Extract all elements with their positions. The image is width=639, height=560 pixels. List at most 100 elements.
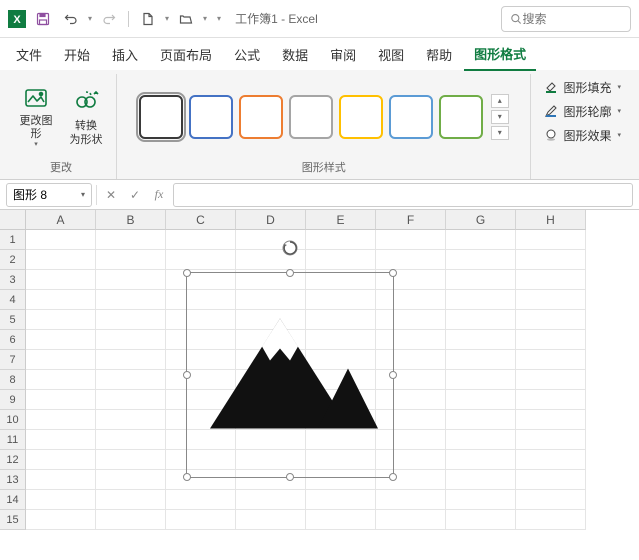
cell[interactable]: [306, 490, 376, 510]
cell[interactable]: [26, 270, 96, 290]
cell[interactable]: [516, 490, 586, 510]
convert-to-shape-button[interactable]: 转换 为形状: [64, 84, 108, 150]
cell[interactable]: [26, 350, 96, 370]
row-header[interactable]: 1: [0, 230, 26, 250]
cell[interactable]: [446, 270, 516, 290]
cell[interactable]: [516, 230, 586, 250]
cell[interactable]: [516, 430, 586, 450]
new-file-button[interactable]: [137, 8, 159, 30]
resize-handle-nw[interactable]: [183, 269, 191, 277]
cell[interactable]: [516, 330, 586, 350]
cell[interactable]: [96, 230, 166, 250]
cell[interactable]: [26, 490, 96, 510]
cell[interactable]: [516, 290, 586, 310]
rotation-handle[interactable]: [281, 239, 299, 257]
resize-handle-w[interactable]: [183, 371, 191, 379]
cell[interactable]: [96, 250, 166, 270]
row-header[interactable]: 15: [0, 510, 26, 530]
cell[interactable]: [516, 250, 586, 270]
cell[interactable]: [516, 510, 586, 530]
row-header[interactable]: 6: [0, 330, 26, 350]
worksheet-grid[interactable]: A B C D E F G H 123456789101112131415: [0, 210, 639, 560]
cell[interactable]: [96, 470, 166, 490]
shape-fill-button[interactable]: 图形填充 ▾: [539, 76, 625, 98]
cell[interactable]: [306, 510, 376, 530]
resize-handle-e[interactable]: [389, 371, 397, 379]
change-graphic-button[interactable]: 更改图 形 ▾: [14, 84, 58, 150]
cell[interactable]: [96, 310, 166, 330]
cell[interactable]: [446, 450, 516, 470]
tab-file[interactable]: 文件: [6, 39, 52, 70]
cell[interactable]: [376, 250, 446, 270]
cell[interactable]: [26, 510, 96, 530]
style-swatch-6[interactable]: [439, 95, 483, 139]
selected-shape-frame[interactable]: [186, 272, 394, 478]
cell[interactable]: [96, 390, 166, 410]
row-header[interactable]: 14: [0, 490, 26, 510]
cell[interactable]: [446, 490, 516, 510]
cell[interactable]: [516, 310, 586, 330]
row-header[interactable]: 8: [0, 370, 26, 390]
row-header[interactable]: 5: [0, 310, 26, 330]
row-header[interactable]: 9: [0, 390, 26, 410]
tab-graphics-format[interactable]: 图形格式: [464, 38, 536, 71]
cell[interactable]: [446, 430, 516, 450]
mountain-icon[interactable]: [200, 309, 380, 442]
resize-handle-ne[interactable]: [389, 269, 397, 277]
cell[interactable]: [446, 510, 516, 530]
cell[interactable]: [26, 230, 96, 250]
cell[interactable]: [26, 430, 96, 450]
cell[interactable]: [516, 370, 586, 390]
cell[interactable]: [516, 410, 586, 430]
cell[interactable]: [446, 230, 516, 250]
tab-home[interactable]: 开始: [54, 39, 100, 70]
cell[interactable]: [236, 510, 306, 530]
cell[interactable]: [96, 450, 166, 470]
tab-review[interactable]: 审阅: [320, 39, 366, 70]
tab-insert[interactable]: 插入: [102, 39, 148, 70]
cell[interactable]: [166, 250, 236, 270]
tab-help[interactable]: 帮助: [416, 39, 462, 70]
row-header[interactable]: 2: [0, 250, 26, 270]
cell[interactable]: [376, 490, 446, 510]
cell[interactable]: [446, 470, 516, 490]
cell[interactable]: [446, 290, 516, 310]
cell[interactable]: [516, 270, 586, 290]
enter-formula-button[interactable]: ✓: [125, 185, 145, 205]
cancel-formula-button[interactable]: ✕: [101, 185, 121, 205]
cell[interactable]: [446, 250, 516, 270]
cell[interactable]: [236, 490, 306, 510]
cell[interactable]: [166, 510, 236, 530]
cell[interactable]: [26, 250, 96, 270]
cell[interactable]: [96, 410, 166, 430]
row-header[interactable]: 4: [0, 290, 26, 310]
fx-button[interactable]: fx: [149, 185, 169, 205]
col-header[interactable]: H: [516, 210, 586, 230]
search-box[interactable]: [501, 6, 631, 32]
tab-page-layout[interactable]: 页面布局: [150, 39, 222, 70]
cell[interactable]: [446, 310, 516, 330]
cell[interactable]: [96, 270, 166, 290]
cell[interactable]: [26, 410, 96, 430]
cell[interactable]: [306, 230, 376, 250]
cell[interactable]: [516, 390, 586, 410]
style-swatch-3[interactable]: [289, 95, 333, 139]
cell[interactable]: [26, 470, 96, 490]
style-swatch-2[interactable]: [239, 95, 283, 139]
cell[interactable]: [26, 370, 96, 390]
col-header[interactable]: D: [236, 210, 306, 230]
cell[interactable]: [446, 330, 516, 350]
cell[interactable]: [516, 470, 586, 490]
style-swatch-4[interactable]: [339, 95, 383, 139]
cell[interactable]: [26, 390, 96, 410]
cell[interactable]: [166, 230, 236, 250]
resize-handle-se[interactable]: [389, 473, 397, 481]
tab-view[interactable]: 视图: [368, 39, 414, 70]
undo-more-icon[interactable]: ▾: [88, 14, 92, 23]
cell[interactable]: [376, 230, 446, 250]
style-swatch-0[interactable]: [139, 95, 183, 139]
resize-handle-s[interactable]: [286, 473, 294, 481]
save-button[interactable]: [32, 8, 54, 30]
cell[interactable]: [516, 450, 586, 470]
cell[interactable]: [96, 430, 166, 450]
